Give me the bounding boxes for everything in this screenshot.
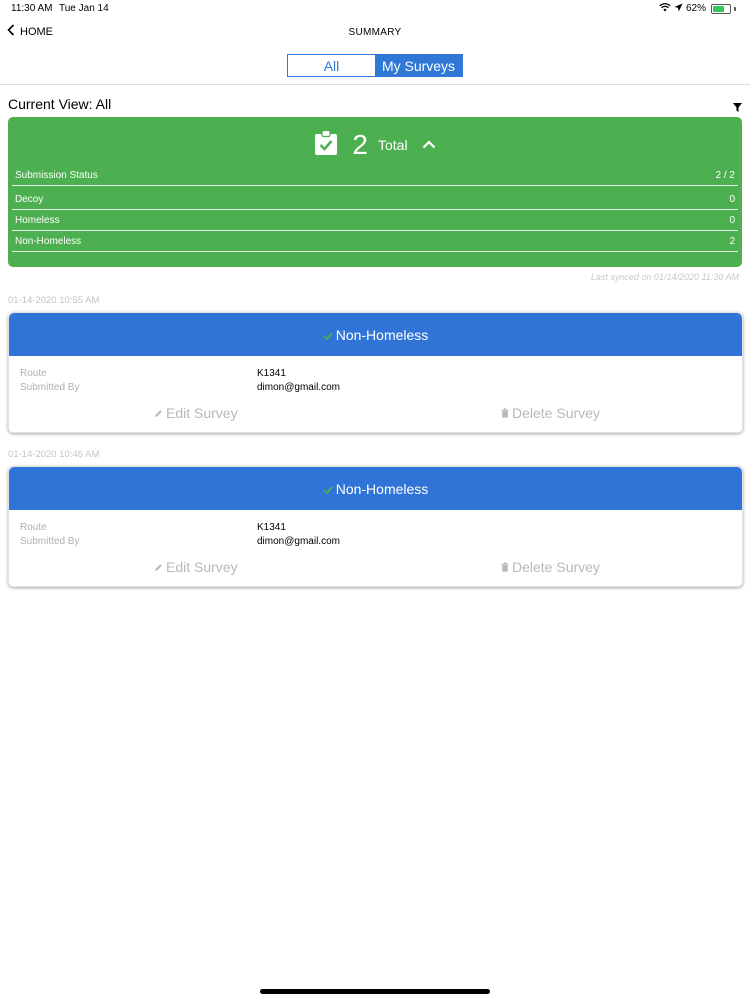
status-indicators: 62% xyxy=(659,2,736,15)
route-label: Route xyxy=(20,368,47,379)
check-icon xyxy=(323,327,333,343)
survey-card: Non-Homeless Route K1341 Submitted By di… xyxy=(8,312,743,433)
summary-row-non-homeless: Non-Homeless 2 xyxy=(12,232,738,252)
summary-row-decoy: Decoy 0 xyxy=(12,190,738,210)
last-synced-text: Last synced on 01/14/2020 11:30 AM xyxy=(590,272,739,282)
segment-all[interactable]: All xyxy=(288,55,375,76)
summary-row-label: Non-Homeless xyxy=(15,236,82,247)
edit-survey-button[interactable]: Edit Survey xyxy=(154,559,238,575)
total-count: 2 xyxy=(352,129,368,160)
trash-icon xyxy=(501,405,509,421)
summary-row-homeless: Homeless 0 xyxy=(12,211,738,231)
summary-row-value: 0 xyxy=(729,194,735,205)
route-value: K1341 xyxy=(257,522,286,533)
battery-cap xyxy=(734,6,736,11)
delete-survey-label: Delete Survey xyxy=(512,559,600,575)
battery-percent: 62% xyxy=(685,3,706,14)
clipboard-check-icon xyxy=(314,129,338,161)
pencil-icon xyxy=(154,405,163,421)
pencil-icon xyxy=(154,559,163,575)
summary-row-label: Homeless xyxy=(15,215,60,226)
submitted-by-value: dimon@gmail.com xyxy=(257,536,340,547)
status-date: Tue Jan 14 xyxy=(59,3,109,14)
current-view-label: Current View: All xyxy=(8,96,112,112)
battery-icon xyxy=(711,3,731,14)
edit-survey-label: Edit Survey xyxy=(166,559,238,575)
location-arrow-icon xyxy=(674,3,683,15)
submitted-by-label: Submitted By xyxy=(20,382,80,393)
home-indicator xyxy=(260,989,490,994)
header-divider xyxy=(0,84,750,85)
edit-survey-button[interactable]: Edit Survey xyxy=(154,405,238,421)
submitted-by-label: Submitted By xyxy=(20,536,80,547)
filter-icon[interactable] xyxy=(733,99,742,117)
survey-timestamp: 01-14-2020 10:46 AM xyxy=(8,449,100,460)
survey-status-header[interactable]: Non-Homeless xyxy=(9,467,742,510)
summary-row-submission-status: Submission Status 2 / 2 xyxy=(12,166,738,186)
delete-survey-label: Delete Survey xyxy=(512,405,600,421)
status-bar: 11:30 AM Tue Jan 14 62% xyxy=(0,0,750,18)
summary-row-value: 2 / 2 xyxy=(715,170,735,181)
summary-row-label: Decoy xyxy=(15,194,44,205)
segment-my-surveys[interactable]: My Surveys xyxy=(375,55,462,76)
delete-survey-button[interactable]: Delete Survey xyxy=(501,405,600,421)
summary-header[interactable]: 2 Total xyxy=(8,129,742,161)
battery-fill xyxy=(713,5,725,12)
submitted-by-value: dimon@gmail.com xyxy=(257,382,340,393)
summary-row-value: 2 xyxy=(729,236,735,247)
total-label: Total xyxy=(378,137,408,153)
wifi-icon xyxy=(659,2,671,15)
survey-status: Non-Homeless xyxy=(335,326,429,343)
edit-survey-label: Edit Survey xyxy=(166,405,238,421)
survey-card: Non-Homeless Route K1341 Submitted By di… xyxy=(8,466,743,587)
survey-timestamp: 01-14-2020 10:55 AM xyxy=(8,295,100,306)
route-value: K1341 xyxy=(257,368,286,379)
survey-status-header[interactable]: Non-Homeless xyxy=(9,313,742,356)
chevron-up-icon[interactable] xyxy=(422,136,436,154)
trash-icon xyxy=(501,559,509,575)
delete-survey-button[interactable]: Delete Survey xyxy=(501,559,600,575)
summary-row-label: Submission Status xyxy=(15,170,98,181)
nav-bar: HOME SUMMARY xyxy=(0,18,750,48)
status-time: 11:30 AM xyxy=(11,3,53,14)
check-icon xyxy=(323,481,333,497)
page-title: SUMMARY xyxy=(348,27,402,38)
view-segmented-control: All My Surveys xyxy=(287,54,463,77)
route-label: Route xyxy=(20,522,47,533)
survey-status: Non-Homeless xyxy=(335,480,429,497)
summary-row-value: 0 xyxy=(729,215,735,226)
